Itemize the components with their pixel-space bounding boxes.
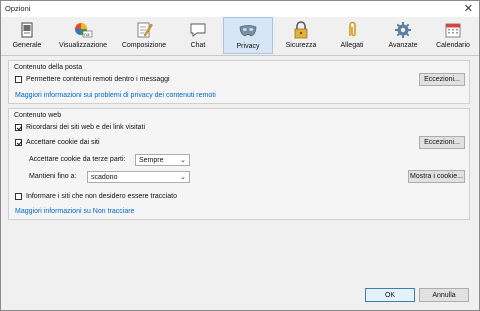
tab-chat-label: Chat [190,42,206,49]
tab-privacy-label: Privacy [236,43,260,50]
compose-icon [137,22,153,38]
tab-calendar[interactable]: Calendario [429,17,477,54]
padlock-icon [294,21,308,39]
remote-content-option[interactable]: Permettere contenuti remoti dentro i mes… [15,76,170,83]
tab-display[interactable]: na Visualizzazione [53,17,113,54]
keep-until-value: scadono [91,173,118,181]
tab-general-label: Generale [12,42,42,49]
tab-advanced-label: Avanzate [388,42,418,49]
tab-advanced[interactable]: Avanzate [379,17,427,54]
tab-security-label: Sicurezza [285,42,317,49]
general-icon [21,22,33,38]
do-not-track-checkbox[interactable] [15,193,22,200]
calendar-icon [445,23,461,38]
accept-cookies-option[interactable]: Accettare cookie dai siti [15,139,100,146]
cancel-button[interactable]: Annulla [419,288,469,302]
remote-content-privacy-link[interactable]: Maggiori informazioni sui problemi di pr… [15,92,216,99]
tab-privacy[interactable]: Privacy [223,17,273,54]
tab-calendar-label: Calendario [436,42,470,49]
accept-cookies-checkbox[interactable] [15,139,22,146]
chevron-down-icon: ⌄ [180,173,186,181]
do-not-track-option[interactable]: Informare i siti che non desidero essere… [15,193,177,200]
display-icon: na [75,23,93,38]
third-party-cookies-value: Sempre [139,156,164,164]
tab-compose[interactable]: Composizione [115,17,173,54]
remember-history-checkbox[interactable] [15,124,22,131]
web-content-group: Contenuto web Ricordarsi dei siti web e … [8,108,470,220]
close-icon[interactable]: ✕ [464,2,473,15]
chat-icon [190,23,206,37]
chevron-down-icon: ⌄ [180,156,186,164]
web-content-title: Contenuto web [14,112,62,119]
remember-history-label: Ricordarsi dei siti web e dei link visit… [26,124,146,131]
cookie-exceptions-button[interactable]: Eccezioni... [419,136,465,149]
tab-display-label: Visualizzazione [58,42,108,49]
ok-button[interactable]: OK [365,288,415,302]
svg-text:na: na [84,33,90,38]
remember-history-option[interactable]: Ricordarsi dei siti web e dei link visit… [15,124,145,131]
category-toolbar: Generale na Visualizzazione Composizione… [1,17,479,56]
mail-content-group: Contenuto della posta Permettere contenu… [8,60,470,104]
show-cookies-button[interactable]: Mostra i cookie... [408,170,465,183]
tab-attachments[interactable]: Allegati [329,17,375,54]
keep-until-select[interactable]: scadono ⌄ [87,171,190,183]
window-title: Opzioni [5,4,31,13]
remote-content-checkbox[interactable] [15,76,22,83]
third-party-cookies-select[interactable]: Sempre ⌄ [135,154,190,166]
gear-icon [395,22,411,38]
do-not-track-label: Informare i siti che non desidero essere… [26,193,177,200]
do-not-track-link[interactable]: Maggiori informazioni su Non tracciare [15,208,134,215]
tab-general[interactable]: Generale [3,17,51,54]
remote-content-label: Permettere contenuti remoti dentro i mes… [26,76,170,83]
mail-exceptions-button[interactable]: Eccezioni... [419,73,465,86]
tab-compose-label: Composizione [121,42,167,49]
tab-security[interactable]: Sicurezza [277,17,325,54]
options-window: Opzioni ✕ Generale na Visualizzazione Co… [0,0,480,311]
keep-until-label: Mantieni fino a: [29,173,77,180]
title-bar: Opzioni ✕ [1,1,479,17]
third-party-label: Accettare cookie da terze parti: [29,156,126,163]
privacy-mask-icon [239,25,257,37]
tab-chat[interactable]: Chat [177,17,219,54]
paperclip-icon [349,21,356,37]
mail-content-title: Contenuto della posta [14,64,83,71]
accept-cookies-label: Accettare cookie dai siti [26,139,100,146]
tab-attachments-label: Allegati [340,42,364,49]
